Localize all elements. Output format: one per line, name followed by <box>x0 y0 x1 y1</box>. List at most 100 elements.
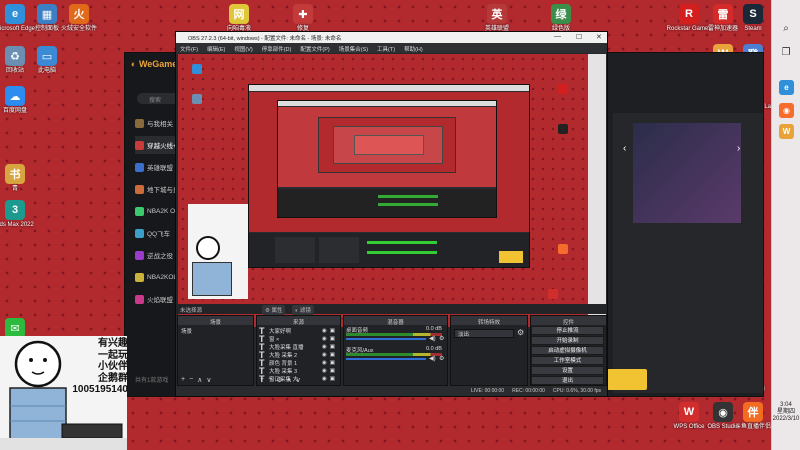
obs-menu-item[interactable]: 工具(T) <box>377 45 395 53</box>
lock-icon[interactable]: ▣ <box>330 344 335 350</box>
mixer-level: 0.0 dB <box>426 326 442 332</box>
preview-desktop-icon <box>558 244 568 254</box>
gear-icon[interactable]: ⚙ <box>439 355 444 362</box>
control-button[interactable]: 设置 <box>531 366 604 375</box>
nested-capture-2 <box>277 100 497 218</box>
close-icon[interactable]: ✕ <box>596 33 602 41</box>
desktop-icon[interactable]: 火火绒安全软件 <box>56 4 102 33</box>
obs-menu-item[interactable]: 场景集合(S) <box>339 45 368 53</box>
game-icon <box>135 206 144 216</box>
nested-mixer-bar <box>367 241 437 244</box>
eye-icon[interactable]: ◉ <box>322 352 327 358</box>
app-icon: 绿 <box>551 4 571 24</box>
transitions-header: 转场特效 <box>451 316 527 326</box>
control-button[interactable]: 启动虚拟摄像机 <box>531 346 604 355</box>
search-icon[interactable]: ⌕ <box>776 18 796 38</box>
desktop-icon[interactable]: 网向咱毒液 <box>216 4 262 33</box>
chevron-right-icon[interactable]: › <box>737 143 740 154</box>
control-button[interactable]: 退出 <box>531 376 604 385</box>
speaker-icon[interactable]: ◀) <box>429 335 436 342</box>
obs-menu-item[interactable]: 配置文件(P) <box>300 45 329 53</box>
gear-icon[interactable]: ⚙ <box>517 328 524 337</box>
desktop-icon[interactable]: S Steam <box>730 4 776 33</box>
status-item: CPU: 0.6%, 30.00 fps <box>552 388 601 394</box>
volume-slider[interactable] <box>346 358 426 360</box>
desktop-icon[interactable]: ▭ 此电脑 <box>24 46 70 75</box>
eye-icon[interactable]: ◉ <box>322 376 327 382</box>
obs-menu-item[interactable]: 编辑(E) <box>207 45 225 53</box>
control-button[interactable]: 开始录制 <box>531 336 604 345</box>
eye-icon[interactable]: ◉ <box>322 336 327 342</box>
control-button[interactable]: 停止推流 <box>531 326 604 335</box>
app-icon: ▦ <box>37 4 57 24</box>
desktop-icon[interactable]: ☁ 百度网盘 <box>0 86 38 115</box>
source-label: 窗口采集 大 <box>269 376 299 383</box>
wegame-nav-label: QQ飞车 <box>147 231 171 238</box>
edge-icon[interactable]: e <box>779 80 794 95</box>
source-item[interactable]: T 窗口采集 大 ◉ ▣ <box>259 374 335 384</box>
transition-select[interactable]: 淡出 <box>454 329 514 338</box>
obs-menu-item[interactable]: 停靠部件(D) <box>262 45 292 53</box>
meme-text: 有兴趣 一起玩 小伙伴 企鹅群 1005195140 <box>68 338 128 396</box>
taskbar-clock[interactable]: 3:04 星期四 2022/3/10 <box>772 402 800 423</box>
desktop-icon[interactable]: 伴斗鱼直播伴侣 <box>730 402 776 431</box>
speaker-icon[interactable]: ◀) <box>429 355 436 362</box>
sources-header: 来源 <box>257 316 340 326</box>
add-icon[interactable]: + <box>181 376 185 384</box>
filters-button[interactable]: ◐ 滤镜 <box>292 305 314 315</box>
desktop-icon[interactable]: 3 3ds Max 2022 <box>0 200 38 229</box>
eye-icon[interactable]: ◉ <box>322 360 327 366</box>
obs-window[interactable]: OBS 27.2.3 (64-bit, windows) - 配置文件: 未命名… <box>175 31 608 397</box>
wegame-search-input[interactable]: 搜索 <box>137 93 179 104</box>
eye-icon[interactable]: ◉ <box>322 344 327 350</box>
nested-titlebar <box>249 85 529 91</box>
desktop-icon[interactable]: 书青 <box>0 164 38 193</box>
preview-desktop-icon <box>192 94 202 104</box>
wegame-banner[interactable] <box>633 123 741 223</box>
remove-icon[interactable]: − <box>189 376 193 384</box>
desktop-icon[interactable]: 绿绿色版 <box>538 4 584 33</box>
down-icon[interactable]: ∨ <box>206 376 211 384</box>
obs-menu-item[interactable]: 帮助(H) <box>404 45 423 53</box>
wegame-sidebar: ◐ WeGame 搜索 与我相关 穿越火线+ 英雄联盟 地下城与勇 NBA2K OL QQ… <box>125 53 183 396</box>
up-icon[interactable]: ∧ <box>197 376 202 384</box>
clock-time: 3:04 <box>780 402 792 408</box>
control-button[interactable]: 工作室模式 <box>531 356 604 365</box>
taskbar-app-icon[interactable]: ◉ <box>779 103 794 118</box>
wegame-start-button[interactable] <box>607 369 647 390</box>
obs-preview[interactable] <box>178 54 606 327</box>
gear-icon[interactable]: ⚙ <box>439 335 444 342</box>
obs-menu-item[interactable]: 文件(F) <box>180 45 198 53</box>
eye-icon[interactable]: ◉ <box>322 368 327 374</box>
lock-icon[interactable]: ▣ <box>330 352 335 358</box>
lock-icon[interactable]: ▣ <box>330 368 335 374</box>
app-icon: ☁ <box>5 86 25 106</box>
lock-icon[interactable]: ▣ <box>330 376 335 382</box>
task-view-icon[interactable]: ❐ <box>776 42 796 62</box>
nested-scenes <box>275 237 315 263</box>
wegame-nav-label: 穿越火线+ <box>147 143 177 150</box>
maximize-icon[interactable]: ☐ <box>576 33 582 41</box>
nested-docks-2 <box>278 189 496 217</box>
desktop-icon[interactable]: 英英雄联盟 <box>474 4 520 33</box>
properties-button[interactable]: ⚙ 属性 <box>262 305 286 315</box>
desktop-icon-label: Steam <box>744 26 762 32</box>
app-icon: 英 <box>487 4 507 24</box>
lock-icon[interactable]: ▣ <box>330 328 335 334</box>
nested-capture-4 <box>333 126 443 164</box>
minimize-icon[interactable]: — <box>554 33 561 40</box>
eye-icon[interactable]: ◉ <box>322 328 327 334</box>
wegame-taskbar-icon[interactable]: W <box>779 124 794 139</box>
chevron-left-icon[interactable]: ‹ <box>623 143 626 154</box>
nested-preview-2 <box>278 107 496 187</box>
wegame-logo-text: WeGame <box>138 59 178 69</box>
obs-menu-item[interactable]: 视图(V) <box>234 45 252 53</box>
lock-icon[interactable]: ▣ <box>330 360 335 366</box>
obs-titlebar: OBS 27.2.3 (64-bit, windows) - 配置文件: 未命名… <box>176 32 607 43</box>
volume-slider[interactable] <box>346 338 426 340</box>
desktop-icon[interactable]: ✚ 修复 <box>280 4 326 33</box>
scene-item[interactable]: 场景 <box>178 325 253 337</box>
lock-icon[interactable]: ▣ <box>330 336 335 342</box>
nested-docks <box>249 233 529 267</box>
game-icon <box>135 184 144 194</box>
